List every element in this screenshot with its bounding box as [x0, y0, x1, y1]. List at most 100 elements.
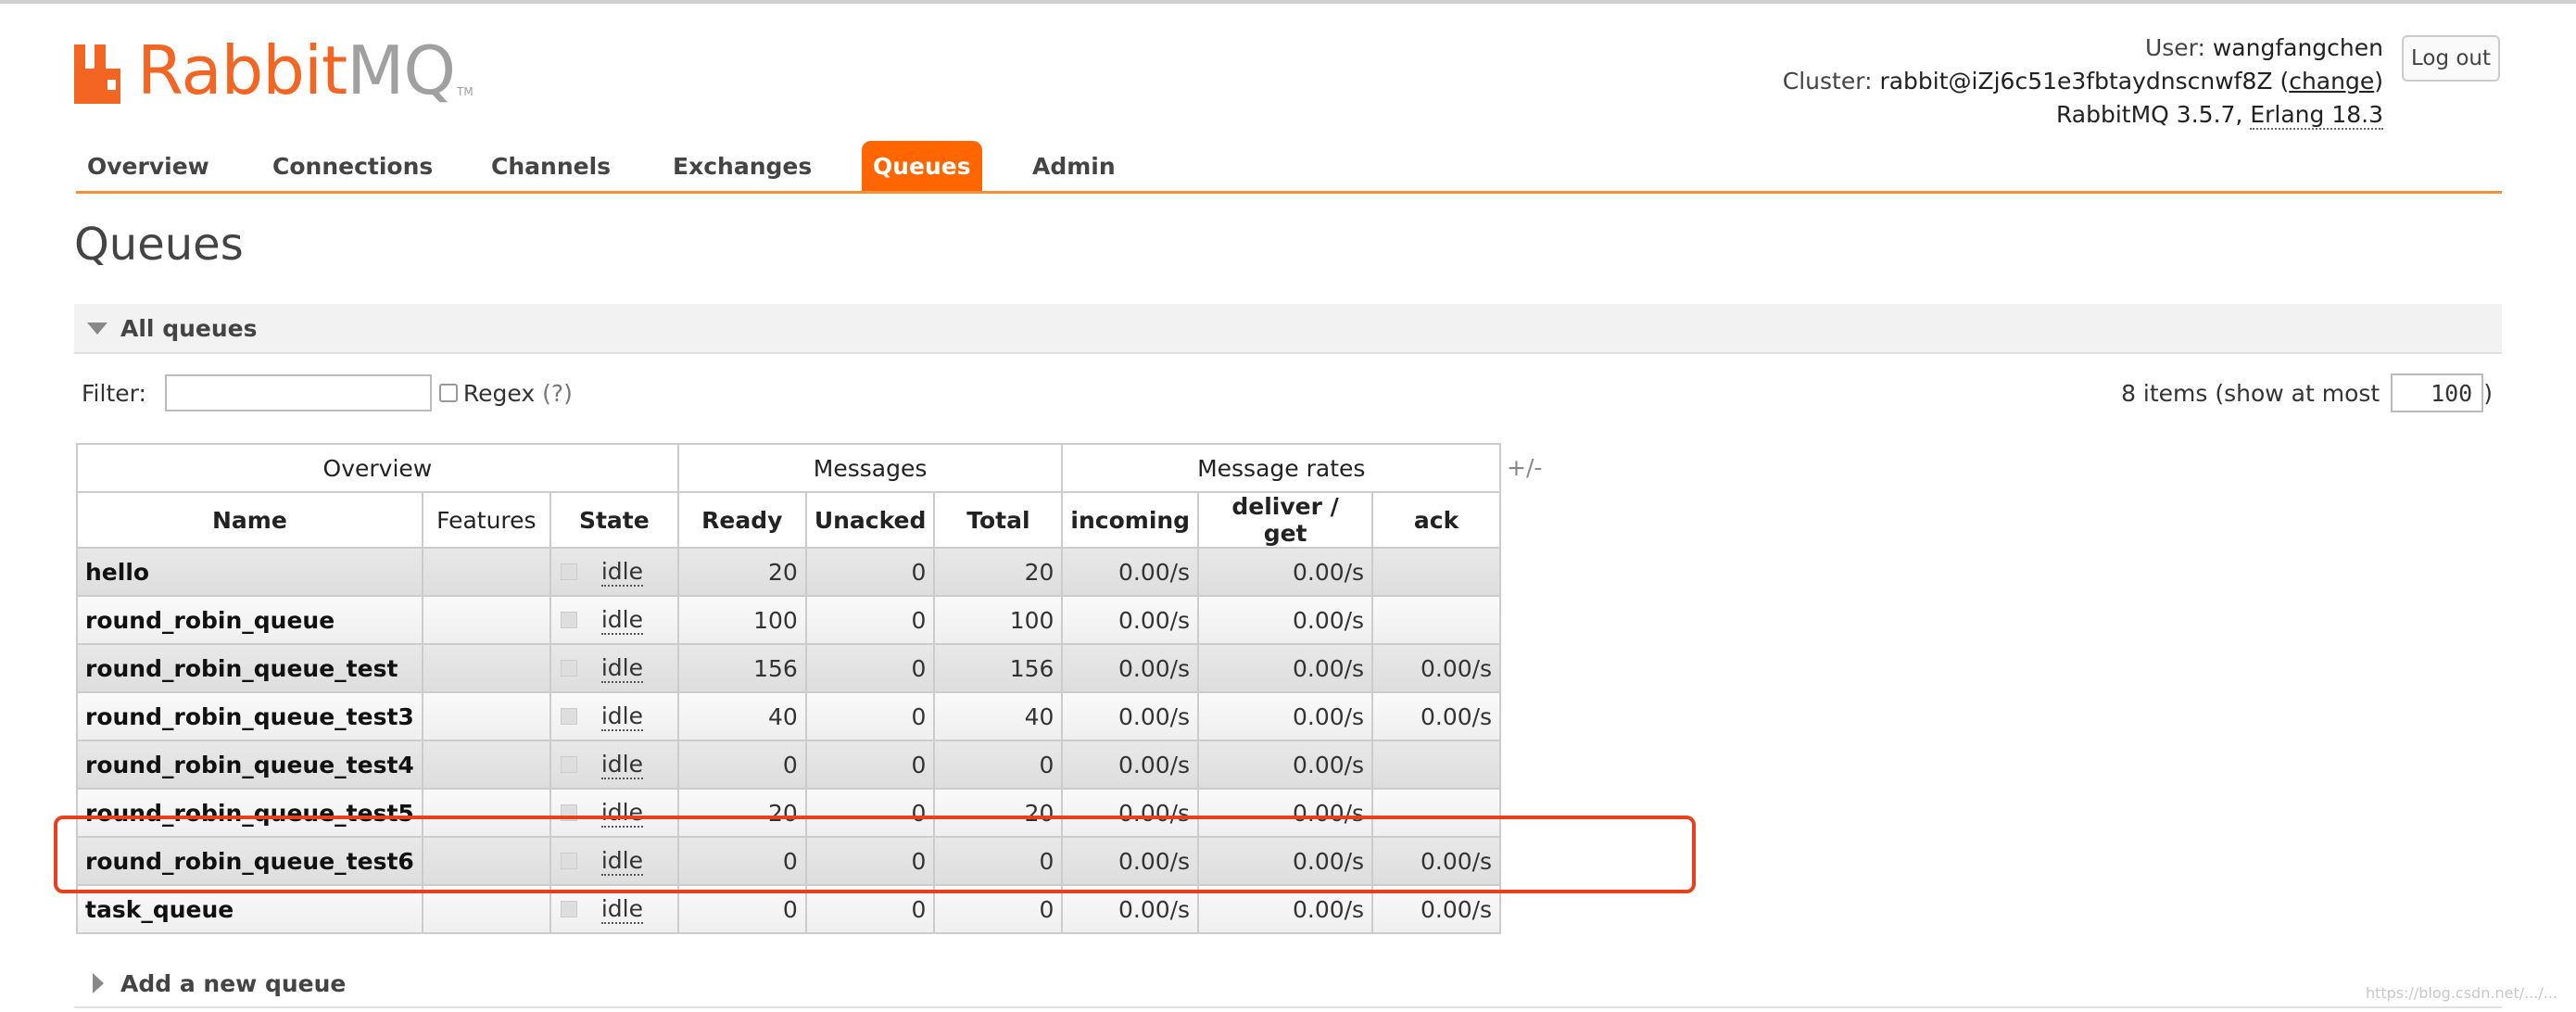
queue-ack-rate: 0.00/s: [1371, 643, 1502, 693]
max-items-input[interactable]: 100: [2391, 373, 2484, 412]
queue-name[interactable]: round_robin_queue_test6: [76, 836, 423, 886]
queue-total: 100: [933, 595, 1064, 645]
col-ready[interactable]: Ready: [676, 491, 807, 549]
collapse-triangle-icon: [87, 322, 107, 335]
filter-label: Filter:: [82, 379, 146, 407]
state-indicator-icon: [560, 901, 577, 917]
table-row[interactable]: hello idle 20 0 20 0.00/s 0.00/s: [76, 547, 1502, 597]
col-state[interactable]: State: [549, 491, 679, 549]
table-row[interactable]: round_robin_queue_test5 idle 20 0 20 0.00/s 0.…: [76, 788, 1502, 838]
rabbitmq-logo[interactable]: RabbitMQ TM: [74, 32, 474, 104]
logo-trademark: TM: [457, 85, 474, 98]
queue-name[interactable]: round_robin_queue_test: [76, 643, 423, 693]
col-deliver-get[interactable]: deliver / get: [1197, 491, 1374, 549]
page-title: Queues: [74, 219, 244, 271]
rabbitmq-logo-icon: [74, 44, 120, 104]
col-features: Features: [421, 491, 551, 549]
queue-unacked: 0: [804, 884, 936, 934]
state-label: idle: [600, 846, 643, 876]
queue-total: 0: [933, 836, 1064, 886]
state-indicator-icon: [560, 756, 577, 773]
state-label: idle: [600, 798, 643, 828]
queue-ready: 0: [676, 836, 807, 886]
rabbitmq-version: RabbitMQ 3.5.7,: [2055, 101, 2243, 128]
queue-unacked: 0: [804, 643, 936, 693]
queue-features: [421, 836, 551, 886]
table-row[interactable]: round_robin_queue_test4 idle 0 0 0 0.00/s 0.00…: [76, 740, 1502, 790]
username: wangfangchen: [2212, 34, 2383, 61]
state-indicator-icon: [560, 612, 577, 628]
col-incoming[interactable]: incoming: [1061, 491, 1200, 549]
queue-state: idle: [549, 740, 679, 790]
table-row[interactable]: round_robin_queue_test3 idle 40 0 40 0.00/s 0.…: [76, 691, 1502, 741]
queue-incoming-rate: 0.00/s: [1061, 836, 1200, 886]
table-row[interactable]: task_queue idle 0 0 0 0.00/s 0.00/s 0.00/s: [76, 884, 1502, 934]
queue-name[interactable]: round_robin_queue: [76, 595, 423, 645]
queue-state: idle: [549, 595, 679, 645]
state-label: idle: [600, 557, 643, 587]
col-total[interactable]: Total: [933, 491, 1064, 549]
col-unacked[interactable]: Unacked: [804, 491, 936, 549]
queue-state: idle: [549, 547, 679, 597]
queue-ready: 0: [676, 884, 807, 934]
table-row[interactable]: round_robin_queue_test6 idle 0 0 0 0.00/s 0.00…: [76, 836, 1502, 886]
state-indicator-icon: [560, 660, 577, 677]
queue-ready: 20: [676, 788, 807, 838]
queue-name[interactable]: round_robin_queue_test4: [76, 740, 423, 790]
tab-admin[interactable]: Admin: [1032, 141, 1116, 191]
group-messages: Messages: [676, 443, 1064, 493]
tab-queues[interactable]: Queues: [862, 141, 982, 191]
change-cluster-link[interactable]: change: [2289, 68, 2374, 95]
queue-unacked: 0: [804, 740, 936, 790]
queue-features: [421, 884, 551, 934]
queue-ack-rate: 0.00/s: [1371, 884, 1502, 934]
queue-ack-rate: 0.00/s: [1371, 836, 1502, 886]
col-ack[interactable]: ack: [1371, 491, 1502, 549]
queue-deliver-rate: 0.00/s: [1197, 643, 1374, 693]
erlang-version: Erlang 18.3: [2250, 101, 2383, 130]
queue-deliver-rate: 0.00/s: [1197, 740, 1374, 790]
filter-input[interactable]: [164, 374, 432, 411]
queue-ack-rate: [1371, 547, 1502, 597]
version-line: RabbitMQ 3.5.7, Erlang 18.3: [1783, 98, 2383, 132]
queue-ack-rate: [1371, 740, 1502, 790]
queue-state: idle: [549, 884, 679, 934]
tab-channels[interactable]: Channels: [491, 141, 611, 191]
queue-ack-rate: [1371, 788, 1502, 838]
table-row[interactable]: round_robin_queue idle 100 0 100 0.00/s 0.00/s: [76, 595, 1502, 645]
queue-incoming-rate: 0.00/s: [1061, 595, 1200, 645]
queue-unacked: 0: [804, 547, 936, 597]
top-rule: [0, 0, 2576, 4]
regex-help-link[interactable]: (?): [542, 380, 573, 407]
queue-unacked: 0: [804, 595, 936, 645]
add-queue-section-toggle[interactable]: Add a new queue: [74, 960, 2502, 1008]
queue-name[interactable]: round_robin_queue_test3: [76, 691, 423, 741]
state-indicator-icon: [560, 804, 577, 821]
state-label: idle: [600, 894, 643, 924]
logo-wordmark: RabbitMQ: [137, 32, 456, 109]
queue-total: 20: [933, 547, 1064, 597]
queue-ready: 100: [676, 595, 807, 645]
toggle-columns-button[interactable]: +/-: [1507, 454, 1542, 481]
queue-total: 40: [933, 691, 1064, 741]
queue-total: 0: [933, 884, 1064, 934]
group-message-rates: Message rates: [1061, 443, 1502, 493]
queue-ack-rate: [1371, 595, 1502, 645]
queue-name[interactable]: hello: [76, 547, 423, 597]
all-queues-section-toggle[interactable]: All queues: [74, 304, 2502, 354]
queue-name[interactable]: task_queue: [76, 884, 423, 934]
logout-button[interactable]: Log out: [2402, 35, 2500, 82]
queue-features: [421, 691, 551, 741]
table-row[interactable]: round_robin_queue_test idle 156 0 156 0.00/s 0…: [76, 643, 1502, 693]
tab-overview[interactable]: Overview: [87, 141, 209, 191]
items-count: 8 items (show at most 100 ): [2121, 373, 2493, 413]
queue-name[interactable]: round_robin_queue_test5: [76, 788, 423, 838]
col-name[interactable]: Name: [76, 491, 423, 549]
tab-exchanges[interactable]: Exchanges: [673, 141, 812, 191]
regex-checkbox[interactable]: [438, 384, 458, 402]
queue-state: idle: [549, 836, 679, 886]
queues-table: Overview Messages Message rates Name Fea…: [76, 443, 1502, 934]
main-nav: Overview Connections Channels Exchanges …: [76, 141, 2502, 194]
regex-label: Regex: [462, 379, 536, 407]
tab-connections[interactable]: Connections: [272, 141, 433, 191]
